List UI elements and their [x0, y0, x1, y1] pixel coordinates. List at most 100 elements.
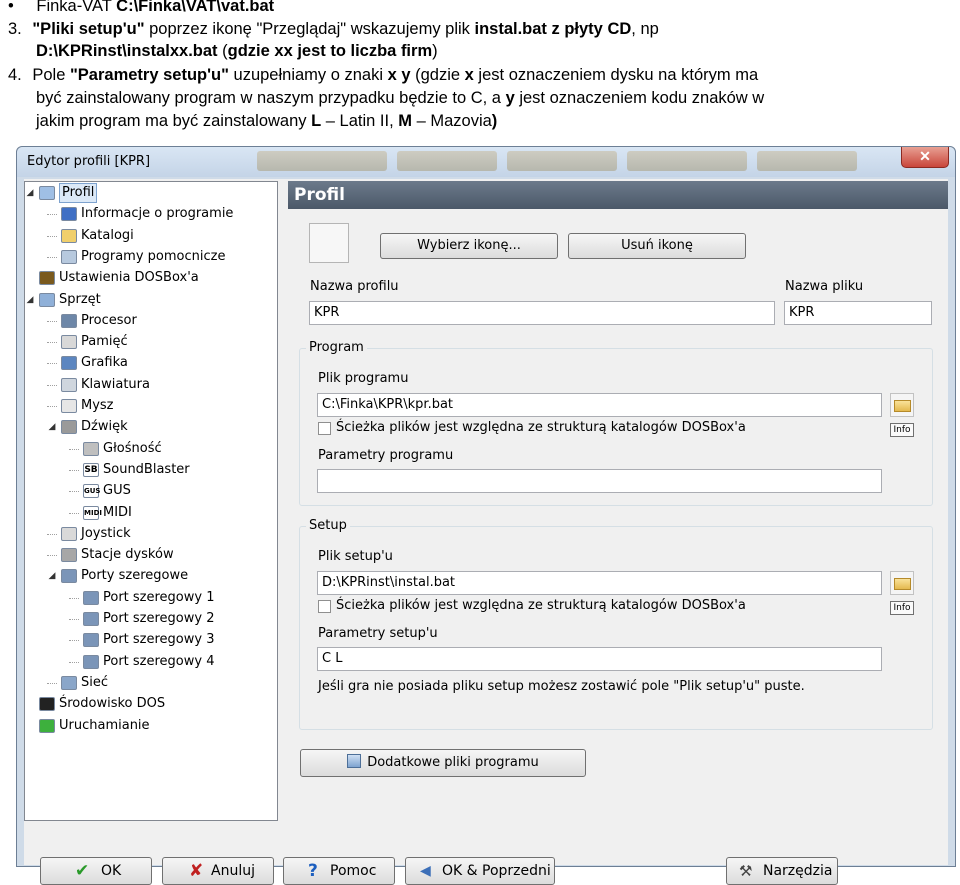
tree-item-gus[interactable]: GUS GUS: [25, 481, 275, 501]
item-4-text-2: uzupełniamy o znaki: [228, 66, 388, 84]
setup-info-button[interactable]: Info: [890, 601, 914, 615]
cancel-button[interactable]: ✘ Anuluj: [162, 857, 274, 885]
tree-item-profil[interactable]: ◢ Profil: [25, 183, 275, 203]
profile-panel: Profil Wybierz ikonę... Usuń ikonę Nazwa…: [285, 181, 948, 821]
joystick-icon: [61, 526, 77, 541]
profile-icon-preview[interactable]: [309, 223, 349, 263]
setup-relative-path-checkbox[interactable]: [318, 600, 331, 613]
program-group: Program Plik programu C:\Finka\KPR\kpr.b…: [299, 340, 933, 506]
soundblaster-icon: SB: [83, 462, 99, 477]
item-3-text: poprzez ikonę "Przeglądaj" wskazujemy pl…: [144, 20, 475, 38]
program-relative-path-checkbox[interactable]: [318, 422, 331, 435]
bullet-text: Finka-VAT: [36, 0, 117, 15]
setup-file-input[interactable]: D:\KPRinst\instal.bat: [317, 571, 882, 595]
help-button[interactable]: ? Pomoc: [283, 857, 395, 885]
tree-connector: [69, 597, 79, 599]
tree-item-dźwięk[interactable]: ◢ Dźwięk: [25, 417, 275, 437]
tree-connector: [47, 320, 57, 322]
setup-browse-button[interactable]: [890, 571, 914, 595]
arrow-left-icon: ◀: [420, 863, 431, 879]
profile-icon: [39, 186, 55, 200]
folder-icon: [894, 578, 911, 590]
expand-toggle-icon[interactable]: ◢: [47, 566, 57, 586]
ok-label: OK: [101, 863, 122, 879]
tree-item-label: Klawiatura: [81, 376, 150, 392]
expand-toggle-icon[interactable]: ◢: [25, 183, 35, 203]
tools-label: Narzędzia: [763, 863, 833, 879]
file-name-input[interactable]: KPR: [784, 301, 932, 325]
tree-item-port-szeregowy-4[interactable]: Port szeregowy 4: [25, 652, 275, 672]
tree-item-label: Dźwięk: [81, 419, 128, 435]
tree-item-klawiatura[interactable]: Klawiatura: [25, 375, 275, 395]
tree-item-głośność[interactable]: Głośność: [25, 439, 275, 459]
file-name-label: Nazwa pliku: [785, 279, 864, 294]
tree-item-joystick[interactable]: Joystick: [25, 524, 275, 544]
tree-item-uruchamianie[interactable]: Uruchamianie: [25, 716, 275, 736]
program-browse-button[interactable]: [890, 393, 914, 417]
tree-item-środowisko-dos[interactable]: Środowisko DOS: [25, 694, 275, 714]
tree-item-informacje-o-programie[interactable]: Informacje o programie: [25, 204, 275, 224]
extra-files-button[interactable]: Dodatkowe pliki programu: [300, 749, 586, 777]
tree-item-soundblaster[interactable]: SB SoundBlaster: [25, 460, 275, 480]
tree-item-label: Port szeregowy 2: [103, 611, 215, 626]
monitor-icon: [61, 356, 77, 371]
expand-toggle-icon[interactable]: ◢: [47, 417, 57, 437]
profile-name-input[interactable]: KPR: [309, 301, 775, 325]
tree-connector: [69, 491, 79, 493]
extra-files-icon: [347, 754, 362, 768]
item-4-L: L: [311, 112, 322, 130]
serial-ports-icon: [61, 569, 77, 584]
choose-icon-button[interactable]: Wybierz ikonę...: [380, 233, 558, 259]
tree-item-midi[interactable]: MIDI MIDI: [25, 503, 275, 523]
panel-header: Profil: [288, 181, 948, 209]
item-3-path: D:\KPRinst\instalxx.bat: [36, 42, 218, 60]
close-button[interactable]: ✕: [901, 147, 949, 168]
ok-button[interactable]: ✔ OK: [40, 857, 152, 885]
remove-icon-button[interactable]: Usuń ikonę: [568, 233, 746, 259]
item-4-line-3: jakim program ma być zainstalowany L – L…: [36, 110, 497, 132]
tree-item-stacje-dysków[interactable]: Stacje dysków: [25, 545, 275, 565]
background-tab: [627, 151, 747, 171]
tree-item-sprzęt[interactable]: ◢ Sprzęt: [25, 290, 275, 310]
tree-item-port-szeregowy-1[interactable]: Port szeregowy 1: [25, 588, 275, 608]
tree-connector: [69, 619, 79, 620]
program-info-button[interactable]: Info: [890, 423, 914, 437]
tree-item-port-szeregowy-2[interactable]: Port szeregowy 2: [25, 609, 275, 629]
tools-icon: ⚒: [739, 862, 753, 880]
tree-item-label: Mysz: [81, 398, 114, 413]
dosbox-icon: [39, 271, 55, 286]
tree-connector: [47, 256, 57, 258]
tree-item-grafika[interactable]: Grafika: [25, 353, 275, 373]
setup-params-input[interactable]: C L: [317, 647, 882, 671]
tree-item-label: Środowisko DOS: [59, 696, 166, 712]
sound-icon: [61, 420, 77, 435]
item-3-line-1: 3. "Pliki setup'u" poprzez ikonę "Przegl…: [8, 18, 659, 40]
expand-toggle-icon[interactable]: ◢: [25, 290, 35, 310]
tree-item-port-szeregowy-3[interactable]: Port szeregowy 3: [25, 630, 275, 650]
tree-item-katalogi[interactable]: Katalogi: [25, 226, 275, 246]
tree-item-ustawienia-dosbox-a[interactable]: Ustawienia DOSBox'a: [25, 268, 275, 288]
cpu-icon: [61, 313, 77, 328]
tree-connector: [47, 682, 57, 684]
tree-connector: [69, 640, 79, 642]
tools-button[interactable]: ⚒ Narzędzia: [726, 857, 838, 885]
item-3-quoted: "Pliki setup'u": [32, 20, 145, 38]
tree-item-pamięć[interactable]: Pamięć: [25, 332, 275, 352]
item-4-number: 4.: [8, 66, 22, 84]
tree-item-programy-pomocnicze[interactable]: Programy pomocnicze: [25, 247, 275, 267]
tree-item-label: SoundBlaster: [103, 461, 190, 477]
tree-item-porty-szeregowe[interactable]: ◢ Porty szeregowe: [25, 566, 275, 586]
program-params-input[interactable]: [317, 469, 882, 493]
ok-previous-button[interactable]: ◀ OK & Poprzedni: [405, 857, 555, 885]
program-relative-path-label: Ścieżka plików jest względna ze struktur…: [336, 420, 746, 435]
title-bar[interactable]: Edytor profili [KPR] ✕: [17, 147, 955, 177]
tree-item-procesor[interactable]: Procesor: [25, 311, 275, 331]
setup-group: Setup Plik setup'u D:\KPRinst\instal.bat…: [299, 518, 933, 730]
tree-connector: [47, 384, 57, 386]
program-file-input[interactable]: C:\Finka\KPR\kpr.bat: [317, 393, 882, 417]
setup-relative-path-label: Ścieżka plików jest względna ze struktur…: [336, 598, 746, 613]
window-client: ◢ Profil Informacje o programie Katalogi Pro…: [24, 179, 948, 885]
tree-item-mysz[interactable]: Mysz: [25, 396, 275, 416]
settings-tree[interactable]: ◢ Profil Informacje o programie Katalogi Pro…: [24, 181, 278, 821]
tree-item-sieć[interactable]: Sieć: [25, 673, 275, 693]
